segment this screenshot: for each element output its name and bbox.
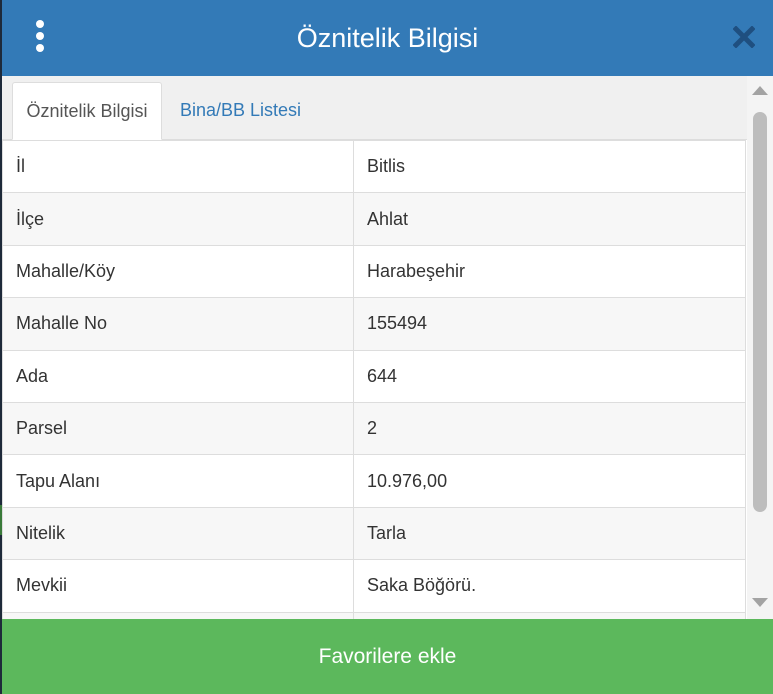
table-row: Mahalle No 155494 [2, 297, 746, 351]
attribute-key: Mevkii [2, 559, 354, 613]
scroll-up-arrow-icon[interactable] [752, 86, 768, 95]
attribute-value: Saka Böğörü. [353, 559, 746, 613]
attribute-value: Ahlat [353, 192, 746, 246]
scroll-down-arrow-icon[interactable] [752, 598, 768, 607]
table-row: Mevkii Saka Böğörü. [2, 559, 746, 613]
table-row: Ada 644 [2, 349, 746, 403]
attribute-value [353, 611, 746, 619]
table-row: Parsel 2 [2, 401, 746, 456]
attribute-dialog: Öznitelik Bilgisi Öznitelik Bilgisi Bina… [2, 0, 773, 694]
attribute-key: Ada [2, 349, 354, 403]
tab-building-list[interactable]: Bina/BB Listesi [168, 82, 313, 140]
attribute-key: Mahalle/Köy [2, 244, 354, 299]
attribute-value: Bitlis [353, 140, 746, 194]
table-row: İlçe Ahlat [2, 192, 746, 246]
table-row: İl Bitlis [2, 140, 746, 194]
attribute-value: 2 [353, 401, 746, 456]
dialog-title: Öznitelik Bilgisi [296, 23, 479, 53]
table-row [2, 611, 746, 619]
attribute-table: İl Bitlis İlçe Ahlat Mahalle/Köy Harabeş… [2, 140, 746, 619]
scrollbar-thumb[interactable] [753, 112, 767, 512]
table-row: Tapu Alanı 10.976,00 [2, 454, 746, 508]
attribute-value: 155494 [353, 297, 746, 351]
attribute-key: Parsel [2, 401, 354, 456]
attribute-key [2, 611, 354, 619]
table-row: Mahalle/Köy Harabeşehir [2, 244, 746, 299]
attribute-table-container: İl Bitlis İlçe Ahlat Mahalle/Köy Harabeş… [2, 140, 747, 619]
add-to-favorites-button[interactable]: Favorilere ekle [2, 619, 773, 694]
close-button[interactable] [732, 25, 756, 49]
tab-bar: Öznitelik Bilgisi Bina/BB Listesi [2, 76, 747, 140]
attribute-value: 644 [353, 349, 746, 403]
scrollbar[interactable] [747, 76, 773, 619]
attribute-key: Mahalle No [2, 297, 354, 351]
attribute-key: İlçe [2, 192, 354, 246]
table-row: Nitelik Tarla [2, 506, 746, 561]
attribute-key: Nitelik [2, 506, 354, 561]
attribute-value: 10.976,00 [353, 454, 746, 508]
attribute-key: Tapu Alanı [2, 454, 354, 508]
close-icon [732, 25, 756, 49]
dialog-header: Öznitelik Bilgisi [2, 0, 773, 76]
attribute-value: Harabeşehir [353, 244, 746, 299]
attribute-value: Tarla [353, 506, 746, 561]
attribute-key: İl [2, 140, 354, 194]
tab-attribute-info[interactable]: Öznitelik Bilgisi [12, 82, 162, 140]
